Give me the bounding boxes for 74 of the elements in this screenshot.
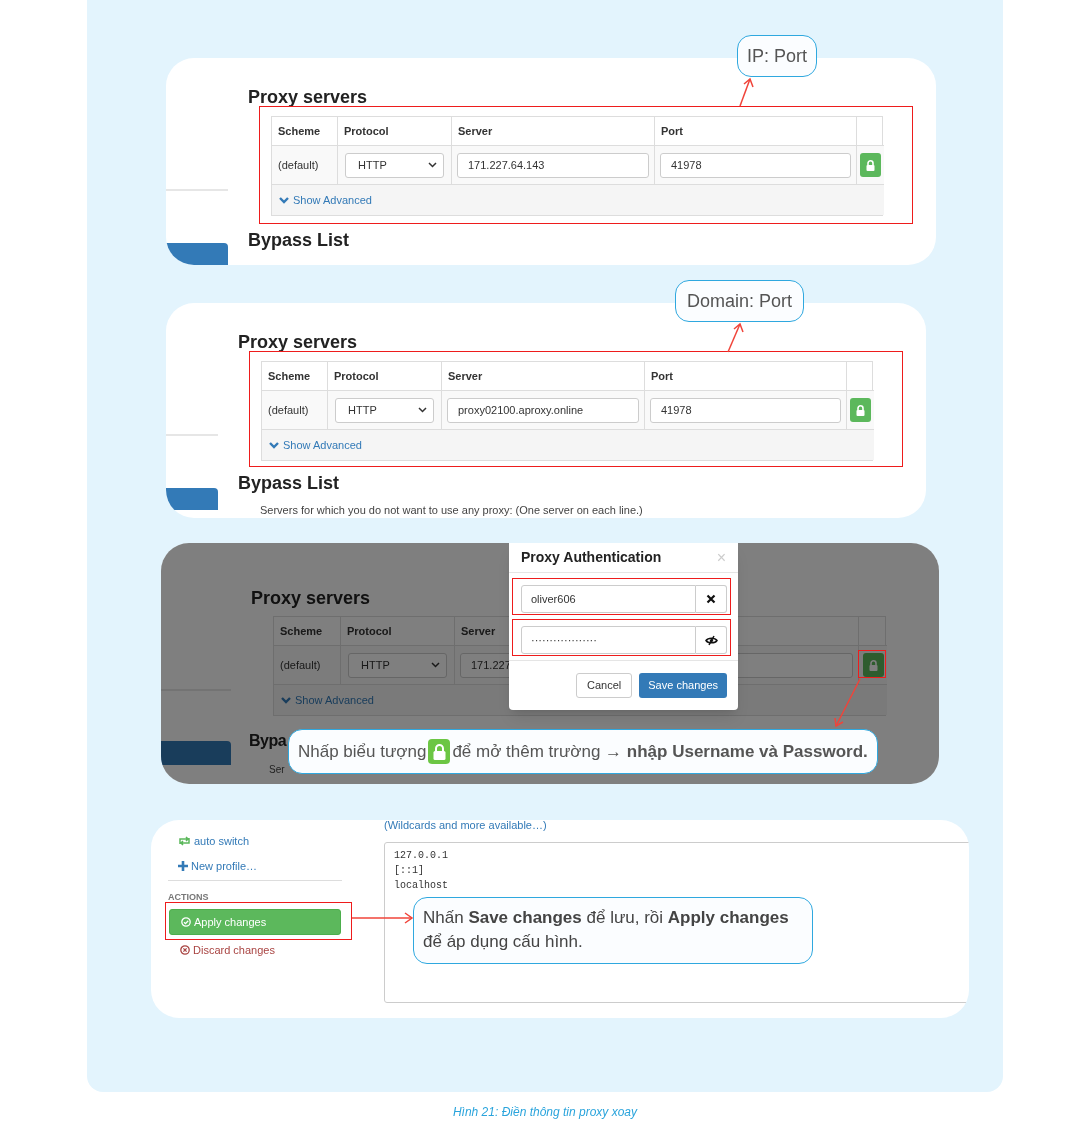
column-header: Server: [461, 623, 496, 639]
profile-link[interactable]: auto switch: [178, 835, 384, 847]
show-advanced-link[interactable]: Show Advanced: [279, 191, 372, 209]
pointer-arrow: [739, 77, 754, 107]
lock-icon: [856, 404, 865, 416]
port-input[interactable]: 41978: [660, 152, 851, 178]
column-header: Protocol: [334, 368, 379, 384]
eye-slash-icon: [704, 634, 718, 646]
lock-icon: [428, 739, 451, 764]
section-heading: Bypa: [249, 732, 287, 750]
section-heading: Bypass List: [238, 473, 340, 492]
sidebar-button[interactable]: [166, 488, 218, 510]
pointer-arrow: [834, 678, 861, 728]
port-input[interactable]: 41978: [650, 397, 841, 423]
wildcards-link[interactable]: (Wildcards and more available…): [384, 820, 969, 831]
clear-icon: [706, 594, 716, 604]
clear-button[interactable]: [696, 585, 727, 613]
dialog-title: Proxy Authentication: [521, 548, 662, 567]
sidebar-button[interactable]: [166, 243, 228, 265]
lock-button[interactable]: [860, 153, 881, 177]
scheme-cell-text: (default): [268, 402, 309, 418]
check-circle-icon: [181, 917, 191, 927]
scheme-cell-text: (default): [280, 657, 321, 673]
cancel-button[interactable]: Cancel: [576, 673, 633, 698]
column-header: Scheme: [268, 368, 311, 384]
plus-icon: [178, 861, 188, 871]
callout-text: để mở thêm trường → nhập Username và Password.: [452, 740, 868, 763]
password-input[interactable]: ··················: [521, 626, 696, 654]
section-heading: Proxy servers: [251, 589, 371, 607]
protocol-select[interactable]: HTTP: [335, 397, 434, 423]
section-label: ACTIONS: [168, 893, 210, 902]
show-password-button[interactable]: [696, 626, 727, 654]
lock-icon: [866, 159, 875, 171]
column-header: Scheme: [280, 623, 323, 639]
lock-button[interactable]: [850, 398, 871, 422]
bypass-note: Ser: [269, 763, 285, 777]
x-circle-icon: [180, 945, 190, 956]
section-heading: Proxy servers: [248, 88, 368, 106]
highlight-frame: [858, 650, 886, 678]
callout: Domain: Port: [675, 280, 804, 322]
lock-icon: [868, 659, 878, 671]
pointer-arrow: [351, 912, 414, 924]
column-header: Scheme: [278, 123, 321, 139]
protocol-select[interactable]: HTTP: [348, 652, 447, 678]
pointer-arrow: [727, 322, 744, 353]
figure-caption: Hình 21: Điền thông tin proxy xoay: [451, 1104, 639, 1121]
caret-icon: [418, 407, 427, 413]
callout-text: Nhấp biểu tượng: [298, 740, 427, 763]
caret-icon: [431, 662, 440, 668]
callout: IP: Port: [737, 35, 817, 77]
bypass-note: Servers for which you do not want to use any proxy: (One server on each line.): [260, 502, 644, 518]
column-header: Protocol: [344, 123, 389, 139]
discard-changes-link[interactable]: Discard changes: [180, 942, 384, 959]
column-header: Protocol: [347, 623, 392, 639]
server-input[interactable]: proxy02100.aproxy.online: [447, 397, 639, 423]
show-advanced-link[interactable]: Show Advanced: [269, 436, 362, 454]
chevron-icon: [269, 441, 279, 449]
server-input[interactable]: 171.227.64.143: [457, 152, 649, 178]
column-header: Server: [458, 123, 493, 139]
chevron-icon: [279, 196, 289, 204]
scheme-cell-text: (default): [278, 157, 319, 173]
caret-icon: [428, 162, 437, 168]
section-heading: Bypass List: [248, 231, 350, 249]
callout: Nhấn Save changes để lưu, rồi Apply changes để áp dụng cấu hình.: [413, 897, 813, 964]
switch-arrows-icon: [178, 836, 191, 846]
profile-link[interactable]: New profile…: [178, 860, 384, 872]
protocol-select[interactable]: HTTP: [345, 152, 444, 178]
section-heading: Proxy servers: [238, 333, 358, 351]
save-changes-button[interactable]: Save changes: [639, 673, 727, 698]
column-header: Server: [448, 368, 483, 384]
column-header: Port: [661, 123, 683, 139]
username-input[interactable]: oliver606: [521, 585, 696, 613]
column-header: Port: [651, 368, 673, 384]
chevron-icon: [281, 696, 291, 704]
